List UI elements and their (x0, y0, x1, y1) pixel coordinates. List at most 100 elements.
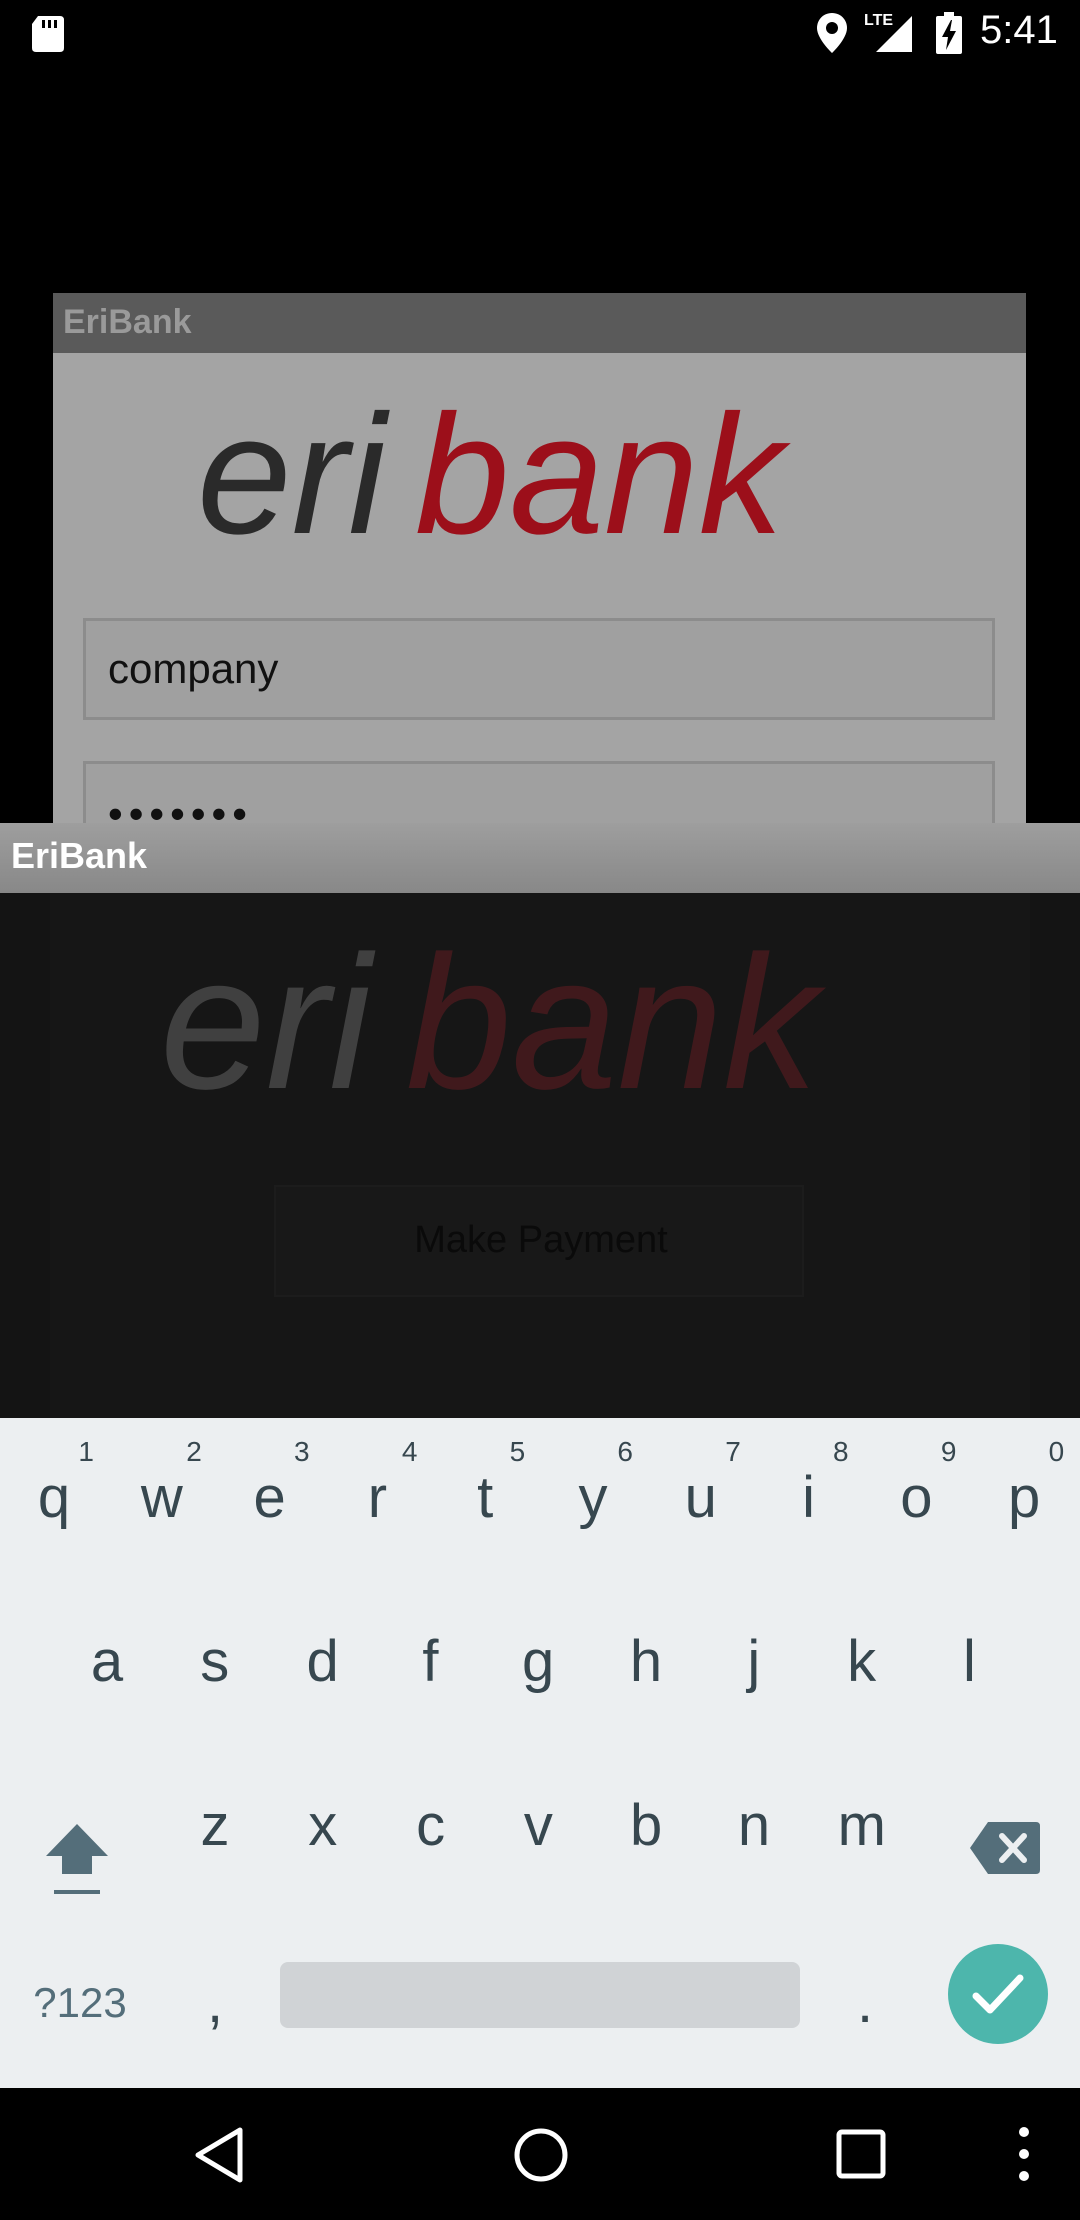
key-label: b (630, 1793, 663, 1858)
main-panel: eri bank Make Payment (50, 893, 1030, 1418)
login-dialog-titlebar: EriBank (53, 293, 1026, 353)
key-v[interactable]: v (488, 1746, 588, 1896)
key-i[interactable]: i8 (759, 1418, 859, 1568)
key-hint: 6 (617, 1436, 633, 1467)
login-dialog-title: EriBank (63, 303, 192, 341)
password-value: ••••••• (108, 790, 253, 823)
key-label: g (522, 1629, 555, 1694)
key-label: e (253, 1465, 286, 1530)
home-icon[interactable] (512, 2126, 570, 2184)
key-b[interactable]: b (596, 1746, 696, 1896)
key-o[interactable]: o9 (866, 1418, 966, 1568)
logo-text-eri: eri (160, 923, 376, 1123)
period-key[interactable]: . (820, 1948, 910, 2058)
key-l[interactable]: l (919, 1582, 1019, 1732)
recents-icon[interactable] (835, 2128, 887, 2180)
make-payment-button[interactable]: Make Payment (274, 1185, 804, 1297)
key-e[interactable]: e3 (220, 1418, 320, 1568)
navigation-bar (0, 2088, 1080, 2220)
space-key[interactable] (280, 1962, 800, 2028)
shift-icon (46, 1824, 108, 1894)
key-hint: 5 (509, 1436, 526, 1467)
key-hint: 0 (1048, 1436, 1065, 1467)
key-label: u (684, 1465, 717, 1530)
key-label: w (140, 1465, 183, 1530)
app-titlebar: EriBank (0, 823, 1080, 893)
key-label: q (37, 1465, 71, 1530)
key-h[interactable]: h (596, 1582, 696, 1732)
key-label: l (962, 1629, 976, 1694)
logo-text-bank: bank (415, 383, 792, 563)
key-m[interactable]: m (812, 1746, 912, 1896)
key-hint: 4 (401, 1436, 418, 1467)
username-value: company (108, 645, 279, 692)
key-label: m (837, 1793, 886, 1858)
logo-text-bank: bank (406, 923, 826, 1123)
key-hint: 7 (725, 1436, 741, 1467)
backspace-icon (970, 1822, 1040, 1874)
logo-text-eri: eri (197, 383, 390, 563)
key-label: z (200, 1793, 230, 1858)
key-w[interactable]: w2 (112, 1418, 212, 1568)
key-label: s (200, 1629, 230, 1694)
key-u[interactable]: u7 (651, 1418, 751, 1568)
key-p[interactable]: p0 (974, 1418, 1074, 1568)
key-c[interactable]: c (381, 1746, 481, 1896)
key-label: x (308, 1793, 338, 1858)
key-label: n (737, 1793, 771, 1858)
key-label: y (578, 1465, 608, 1530)
key-label: o (900, 1465, 933, 1530)
key-a[interactable]: a (57, 1582, 157, 1732)
key-label: j (747, 1629, 761, 1694)
key-s[interactable]: s (165, 1582, 265, 1732)
shift-key[interactable] (22, 1790, 132, 1940)
key-z[interactable]: z (165, 1746, 265, 1896)
make-payment-label: Make Payment (414, 1219, 668, 1261)
key-label: k (847, 1629, 877, 1694)
status-bar: LTE 5:41 (0, 0, 1080, 66)
eribank-logo-dimmed: eri bank (160, 923, 826, 1123)
key-label: v (523, 1793, 553, 1858)
key-hint: 3 (294, 1436, 310, 1467)
key-hint: 9 (940, 1436, 957, 1467)
back-icon[interactable] (192, 2126, 248, 2184)
key-r[interactable]: r4 (327, 1418, 427, 1568)
key-label: p (1008, 1465, 1041, 1530)
key-label: f (422, 1629, 439, 1694)
signal-icon (876, 16, 912, 52)
key-y[interactable]: y6 (543, 1418, 643, 1568)
done-check-icon (972, 1974, 1024, 2014)
key-label: c (416, 1793, 446, 1858)
backspace-key[interactable] (950, 1790, 1060, 1940)
key-d[interactable]: d (273, 1582, 373, 1732)
sd-card-icon (32, 16, 64, 52)
overflow-menu-icon[interactable] (1012, 2124, 1036, 2184)
key-label: t (477, 1465, 494, 1530)
key-j[interactable]: j (704, 1582, 804, 1732)
key-q[interactable]: q1 (4, 1418, 104, 1568)
soft-keyboard: q1w2e3r4t5y6u7i8o9p0 asdfghjkl zxcvbnm ?… (0, 1418, 1080, 2088)
key-hint: 8 (833, 1436, 849, 1467)
eribank-logo: eri bank (197, 383, 792, 563)
clock: 5:41 (980, 8, 1058, 52)
key-t[interactable]: t5 (435, 1418, 535, 1568)
password-field[interactable]: ••••••• (83, 761, 995, 823)
key-k[interactable]: k (812, 1582, 912, 1732)
key-g[interactable]: g (488, 1582, 588, 1732)
key-label: h (629, 1629, 663, 1694)
key-hint: 1 (78, 1436, 94, 1467)
key-label: d (306, 1629, 339, 1694)
done-key[interactable] (948, 1944, 1048, 2044)
comma-key[interactable]: , (170, 1948, 260, 2058)
key-label: i (802, 1465, 816, 1530)
key-n[interactable]: n (704, 1746, 804, 1896)
symbols-key[interactable]: ?123 (10, 1948, 150, 2058)
battery-charging-icon (936, 12, 962, 54)
key-label: a (90, 1629, 124, 1694)
app-title: EriBank (11, 835, 148, 876)
username-field[interactable]: company (83, 618, 995, 720)
key-f[interactable]: f (380, 1582, 480, 1732)
main-content: eri bank Make Payment (0, 893, 1080, 1418)
key-hint: 2 (186, 1436, 202, 1467)
key-x[interactable]: x (273, 1746, 373, 1896)
